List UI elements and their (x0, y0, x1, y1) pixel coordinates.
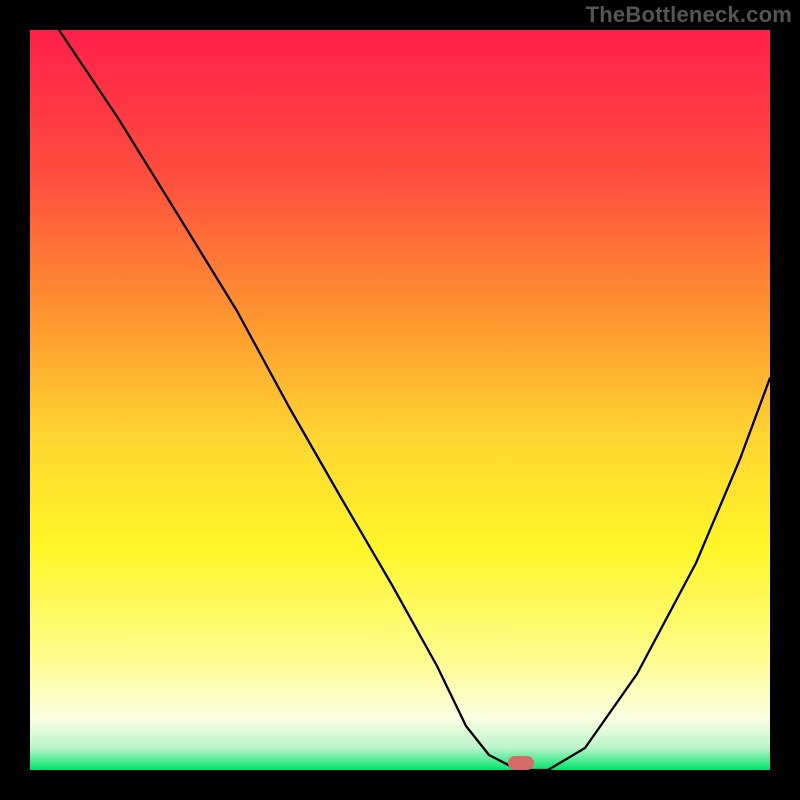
plot-area (30, 30, 770, 770)
chart-svg (30, 30, 770, 770)
optimal-point-marker (508, 756, 534, 770)
gradient-background (30, 30, 770, 770)
chart-frame: TheBottleneck.com (0, 0, 800, 800)
watermark-text: TheBottleneck.com (586, 2, 792, 28)
